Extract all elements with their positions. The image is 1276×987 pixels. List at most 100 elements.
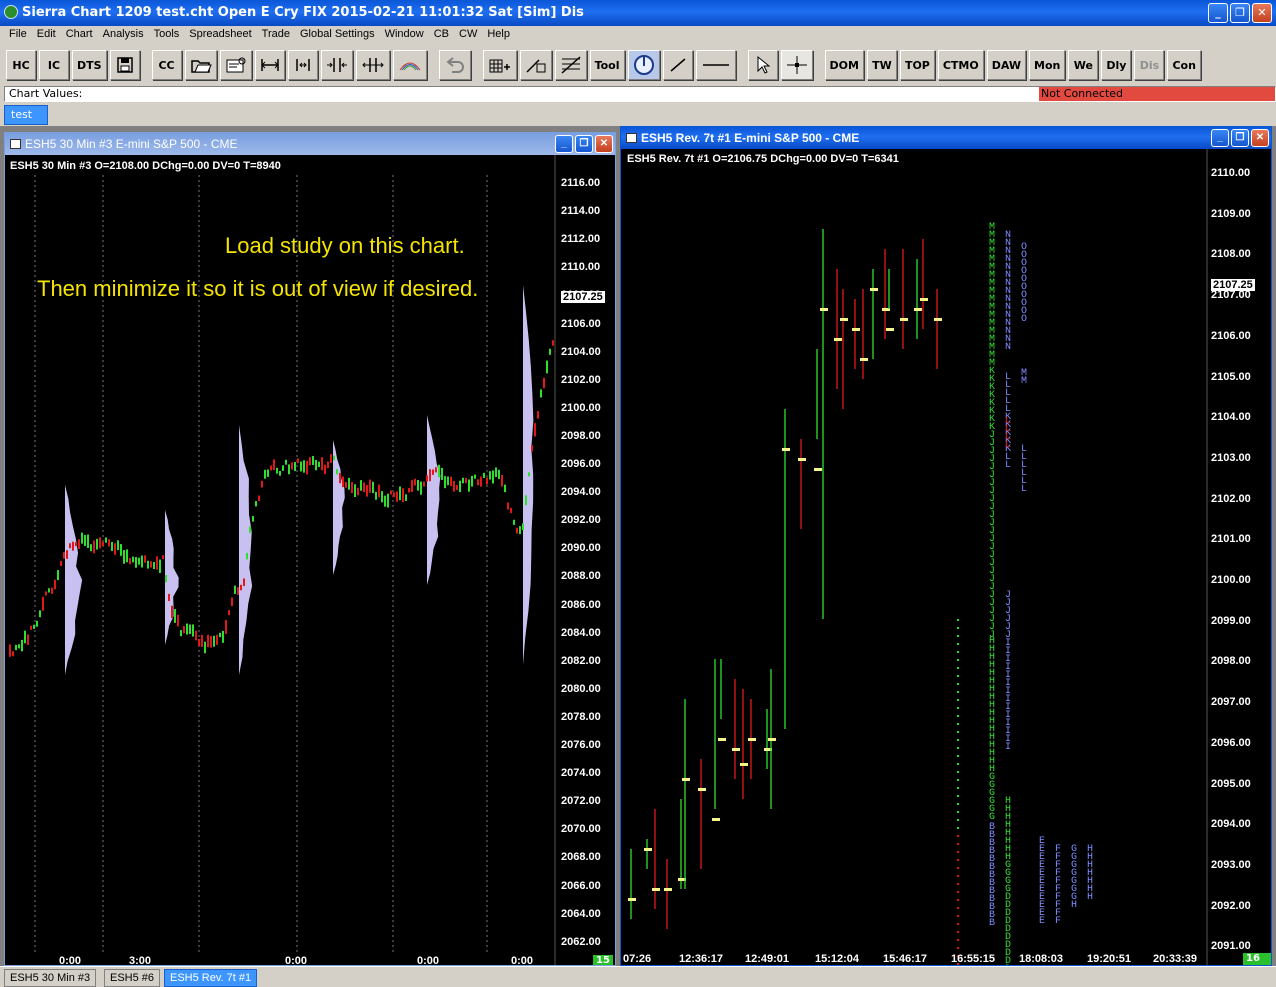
left-price-label: 2104.00 [561, 345, 601, 358]
price-bar [522, 523, 524, 531]
tpo-dot [957, 651, 959, 653]
restore-window-button[interactable]: ❐ [1230, 3, 1250, 23]
tpo-dot [957, 891, 959, 893]
top-button[interactable]: TOP [899, 50, 935, 80]
pointer-icon[interactable] [747, 50, 778, 80]
left-price-label: 2116.00 [561, 177, 601, 189]
left-time-label: 3:00 [129, 955, 152, 966]
trade-window-grid-icon[interactable] [482, 50, 517, 80]
dly-button[interactable]: Dly [1101, 50, 1132, 80]
menu-chart[interactable]: Chart [61, 26, 98, 44]
app-title: Sierra Chart 1209 test.cht Open E Cry FI… [22, 5, 584, 20]
globe-tool-icon[interactable] [627, 50, 660, 80]
menu-spreadsheet[interactable]: Spreadsheet [184, 26, 256, 44]
spacing-increase-icon[interactable] [287, 50, 318, 80]
reversal-bar-close [768, 738, 776, 741]
tpo-dot [957, 763, 959, 765]
left-price-label: 2114.00 [561, 205, 601, 218]
line-tool-icon[interactable] [662, 50, 693, 80]
price-bar [111, 542, 113, 552]
price-bar [375, 491, 377, 500]
tw-button[interactable]: TW [866, 50, 897, 80]
left-price-label: 2100.00 [561, 401, 601, 414]
price-bar [249, 526, 251, 533]
menu-analysis[interactable]: Analysis [98, 26, 149, 44]
left-chart-window[interactable]: ESH5 30 Min #3 E-mini S&P 500 - CME _ ❐ … [4, 132, 616, 966]
price-bar [165, 575, 167, 583]
right-price-label: 2101.00 [1211, 533, 1251, 546]
rainbow-arcs-icon[interactable] [392, 50, 427, 80]
tpo-dot [957, 627, 959, 629]
menu-cw[interactable]: CW [454, 26, 482, 44]
right-time-label: 18:08:03 [1019, 953, 1064, 965]
bottom-tab-rev7t[interactable]: ESH5 Rev. 7t #1 [164, 969, 258, 987]
chart-values-label: Chart Values: [9, 87, 83, 100]
left-chart-titlebar[interactable]: ESH5 30 Min #3 E-mini S&P 500 - CME _ ❐ … [5, 133, 615, 155]
right-chart-restore-button[interactable]: ❐ [1231, 129, 1249, 147]
price-bar [516, 527, 518, 534]
price-bar [144, 555, 146, 563]
menu-tools[interactable]: Tools [149, 26, 185, 44]
menu-cb[interactable]: CB [429, 26, 454, 44]
right-last-price-box: 2107.25 [1211, 279, 1255, 291]
chartbook-tab-test[interactable]: test [4, 105, 48, 125]
right-chart-close-button[interactable]: ✕ [1251, 129, 1269, 147]
close-window-button[interactable]: ✕ [1252, 3, 1272, 23]
open-folder-icon[interactable] [184, 50, 217, 80]
mon-button[interactable]: Mon [1029, 50, 1066, 80]
reversal-bar-close [914, 308, 922, 311]
price-bar [180, 630, 182, 637]
crosshair-icon[interactable] [780, 50, 813, 80]
price-bar [132, 556, 134, 563]
left-chart-minimize-button[interactable]: _ [555, 135, 573, 153]
dis-button[interactable]: Dis [1134, 50, 1165, 80]
we-button[interactable]: We [1068, 50, 1099, 80]
undo-icon[interactable] [438, 50, 471, 80]
price-bar [504, 484, 506, 493]
left-chart-close-button[interactable]: ✕ [595, 135, 613, 153]
con-button[interactable]: Con [1167, 50, 1201, 80]
right-time-label: 12:36:17 [679, 953, 724, 965]
price-bar [33, 624, 35, 629]
tpo-dot [957, 923, 959, 925]
hc-button[interactable]: HC [6, 50, 36, 80]
menu-edit[interactable]: Edit [32, 26, 61, 44]
menu-global-settings[interactable]: Global Settings [295, 26, 380, 44]
spacing-decrease-icon[interactable] [320, 50, 353, 80]
horizontal-line-icon[interactable] [695, 50, 736, 80]
price-bar [198, 639, 200, 646]
menu-help[interactable]: Help [482, 26, 515, 44]
ctmo-button[interactable]: CTMO [937, 50, 984, 80]
menu-window[interactable]: Window [380, 26, 429, 44]
daw-button[interactable]: DAW [986, 50, 1027, 80]
reversal-bar-close [732, 748, 740, 751]
tpo-dot [957, 795, 959, 797]
scroll-both-icon[interactable] [355, 50, 390, 80]
price-bar [300, 461, 302, 472]
tool-button[interactable]: Tool [589, 50, 625, 80]
menu-file[interactable]: File [4, 26, 32, 44]
zoom-horizontal-icon[interactable] [254, 50, 285, 80]
minimize-window-button[interactable]: _ [1208, 3, 1228, 23]
tpo-letter: B [989, 918, 995, 929]
right-chart-window[interactable]: ESH5 Rev. 7t #1 E-mini S&P 500 - CME _ ❐… [620, 126, 1272, 966]
fib-tool-icon[interactable] [554, 50, 587, 80]
ic-button[interactable]: IC [39, 50, 69, 80]
dom-button[interactable]: DOM [824, 50, 864, 80]
tpo-dot [957, 883, 959, 885]
save-icon[interactable] [109, 50, 140, 80]
chart-settings-icon[interactable] [219, 50, 252, 80]
menu-trade[interactable]: Trade [257, 26, 295, 44]
right-chart-plot[interactable]: MMMMMMMMMMMMMMMMMMKKKKKKKKJJJJJJJJJJJJJJ… [621, 149, 1271, 966]
cc-button[interactable]: CC [151, 50, 182, 80]
left-chart-restore-button[interactable]: ❐ [575, 135, 593, 153]
right-chart-titlebar[interactable]: ESH5 Rev. 7t #1 E-mini S&P 500 - CME _ ❐… [621, 127, 1271, 149]
dts-button[interactable]: DTS [72, 50, 107, 80]
bottom-tab-6[interactable]: ESH5 #6 [104, 969, 161, 987]
price-bar [453, 480, 455, 492]
tpo-dot [957, 691, 959, 693]
draw-tool-ruler-icon[interactable] [519, 50, 552, 80]
tpo-dot [957, 811, 959, 813]
right-chart-minimize-button[interactable]: _ [1211, 129, 1229, 147]
bottom-tab-30min[interactable]: ESH5 30 Min #3 [4, 969, 97, 987]
